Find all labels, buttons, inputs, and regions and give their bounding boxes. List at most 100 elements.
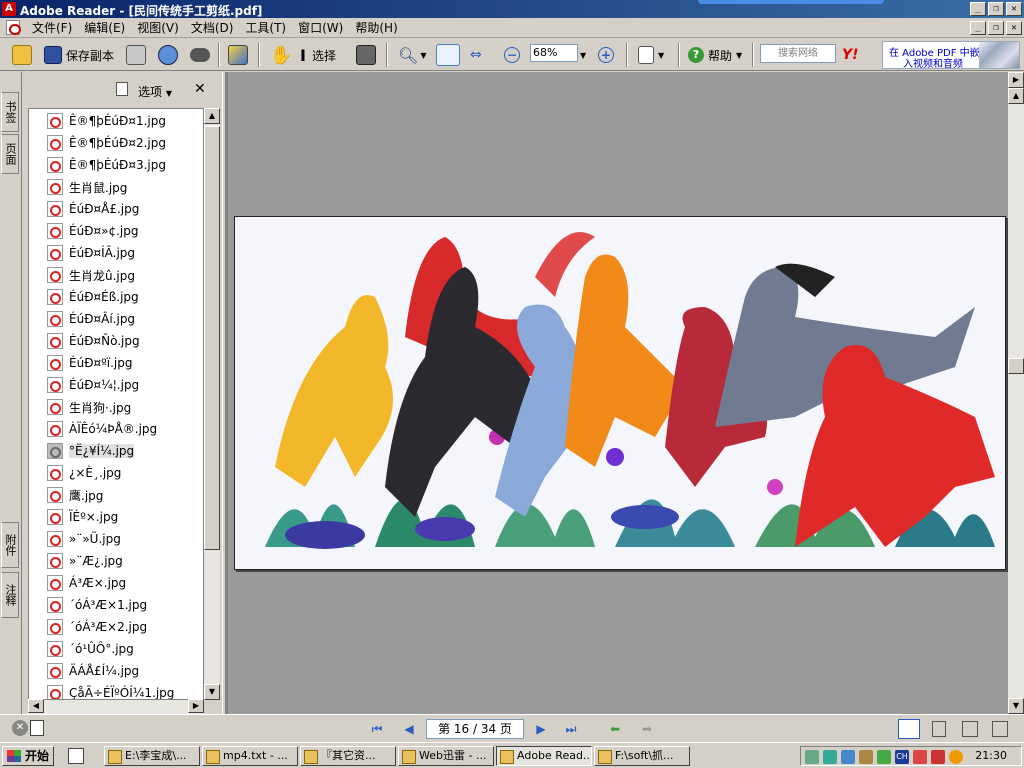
scroll-up-button[interactable]: ▲ (204, 108, 220, 124)
email-button[interactable] (158, 43, 178, 67)
quick-launch-icon[interactable] (68, 748, 84, 764)
list-item[interactable]: ÄÁÅ£Í¼.jpg (47, 661, 139, 681)
list-item[interactable]: »¨Æ¿.jpg (47, 551, 123, 571)
document-view[interactable]: ✋ (226, 72, 1008, 714)
start-button[interactable]: 开始 (2, 746, 54, 766)
taskbar-button[interactable]: mp4.txt - ... (202, 746, 298, 766)
taskbar-button[interactable]: Adobe Read... (496, 746, 592, 766)
list-item[interactable]: ÉúÐ¤ºï.jpg (47, 353, 133, 373)
list-item[interactable]: 鹰.jpg (47, 485, 103, 505)
go-back-button[interactable]: ⬅ (606, 721, 624, 737)
list-item[interactable]: ¿×È¸.jpg (47, 463, 121, 483)
find-button[interactable] (190, 43, 210, 67)
document-vertical-scrollbar[interactable]: ▶ ▲ ▼ (1008, 72, 1024, 714)
input-method-icon[interactable]: CH (895, 750, 909, 764)
list-item[interactable]: ´ó¹ÛÔ°.jpg (47, 639, 134, 659)
options-menu[interactable]: 选项 ▼ (138, 83, 172, 100)
menu-item[interactable]: 工具(T) (239, 20, 292, 36)
chevron-down-icon[interactable]: ▼ (420, 51, 426, 60)
doc-restore-button[interactable]: ❐ (988, 21, 1004, 35)
single-page-view-icon[interactable] (898, 719, 920, 739)
antivirus-icon[interactable] (913, 750, 927, 764)
search-web-input[interactable]: 搜索网络 (760, 44, 836, 63)
tab-attachments[interactable]: 附件 (1, 522, 19, 568)
page-up-button[interactable]: ▶ (1008, 72, 1024, 88)
list-item[interactable]: 生肖鼠.jpg (47, 177, 127, 197)
zoom-tool-button[interactable]: 🔍︎ ▼ (398, 43, 426, 67)
continuous-facing-view-icon[interactable] (992, 721, 1008, 737)
tab-comments[interactable]: 注释 (1, 572, 19, 618)
tab-bookmarks[interactable]: 书签 (1, 92, 19, 132)
zoom-out-button[interactable]: − (504, 43, 520, 67)
list-item[interactable]: Ê®¶þÉúÐ¤3.jpg (47, 155, 166, 175)
restore-button[interactable]: ❐ (988, 2, 1004, 16)
menu-item[interactable]: 视图(V) (131, 20, 185, 36)
list-item[interactable]: Á³Æ×.jpg (47, 573, 126, 593)
list-item[interactable]: Ê®¶þÉúÐ¤1.jpg (47, 111, 166, 131)
scroll-thumb[interactable] (204, 126, 220, 550)
list-item[interactable]: 生肖狗·.jpg (47, 397, 131, 417)
zoom-in-button[interactable]: + (598, 43, 614, 67)
list-item[interactable]: ÉúÐ¤ÍÃ.jpg (47, 243, 135, 263)
zoom-input[interactable]: 68% (530, 44, 578, 62)
menu-item[interactable]: 编辑(E) (78, 20, 131, 36)
fit-page-button[interactable] (436, 43, 460, 67)
list-item[interactable]: ÉúÐ¤»¢.jpg (47, 221, 138, 241)
list-item[interactable]: ÉúÐ¤Ñò.jpg (47, 331, 140, 351)
fit-width-button[interactable]: ⇔ (470, 43, 482, 67)
system-clock[interactable]: 21:30 (975, 749, 1007, 762)
previous-page-button[interactable]: ◀ (400, 721, 418, 737)
taskbar-button[interactable]: 『其它资... (300, 746, 396, 766)
doc-minimize-button[interactable]: _ (970, 21, 986, 35)
save-copy-button[interactable]: 保存副本 (44, 43, 114, 67)
scroll-left-button[interactable]: ◀ (28, 699, 44, 713)
list-item[interactable]: °Ë¿¥Í¼.jpg (47, 441, 135, 461)
last-page-button[interactable]: ⏭ (562, 721, 580, 737)
help-button[interactable]: ? 帮助 ▼ (688, 43, 742, 67)
taskbar-button[interactable]: Web迅雷 - ... (398, 746, 494, 766)
adobe-tray-icon[interactable] (931, 750, 945, 764)
doc-close-button[interactable]: ✕ (1006, 21, 1022, 35)
edit-tool-button[interactable] (228, 43, 248, 67)
document-status-icon[interactable] (30, 720, 44, 736)
list-item[interactable]: ÉúÐ¤Âí.jpg (47, 309, 135, 329)
list-item[interactable]: ÉúÐ¤¼¦.jpg (47, 375, 139, 395)
snapshot-button[interactable] (356, 43, 376, 67)
first-page-button[interactable]: ⏮ (368, 721, 386, 737)
yahoo-search-button[interactable]: Y! (842, 43, 859, 67)
tab-pages[interactable]: 页面 (1, 134, 19, 174)
list-item[interactable]: ÇåÃ÷ÉÏºÓÍ¼1.jpg (47, 683, 174, 699)
close-button[interactable]: ✕ (1006, 2, 1022, 16)
panel-horizontal-scrollbar[interactable]: ◀ ▶ (28, 699, 204, 714)
menu-item[interactable]: 文档(D) (185, 20, 240, 36)
messenger-icon[interactable] (859, 750, 873, 764)
list-item[interactable]: ´óÁ³Æ×2.jpg (47, 617, 147, 637)
scroll-up-button[interactable]: ▲ (1008, 88, 1024, 104)
network-icon[interactable] (823, 750, 837, 764)
close-icon[interactable]: ✕ (12, 720, 28, 736)
list-item[interactable]: ÏÉº×.jpg (47, 507, 118, 527)
adobe-reader-icon[interactable]: A (2, 2, 16, 16)
qq-icon[interactable] (949, 750, 963, 764)
list-item[interactable]: ÉúÐ¤Å£.jpg (47, 199, 139, 219)
zoom-dropdown-button[interactable]: ▼ (580, 43, 586, 67)
list-item[interactable]: ÉúÐ¤Éß.jpg (47, 287, 139, 307)
list-item[interactable]: ÀÏÊó¼ÞÅ®.jpg (47, 419, 157, 439)
list-item[interactable]: 生肖龙û.jpg (47, 265, 135, 285)
panel-vertical-scrollbar[interactable]: ▲ ▼ (204, 108, 220, 700)
continuous-view-icon[interactable] (932, 721, 946, 737)
print-button[interactable] (126, 43, 146, 67)
pdf-page[interactable] (234, 216, 1006, 570)
close-panel-icon[interactable]: ✕ (194, 81, 206, 97)
menu-item[interactable]: 帮助(H) (349, 20, 403, 36)
scroll-down-button[interactable]: ▼ (204, 684, 220, 700)
taskbar-button[interactable]: E:\李宝成\... (104, 746, 200, 766)
menu-item[interactable]: 文件(F) (26, 20, 78, 36)
speaker-icon[interactable] (805, 750, 819, 764)
list-item[interactable]: Ê®¶þÉúÐ¤2.jpg (47, 133, 166, 153)
go-forward-button[interactable]: ➡ (638, 721, 656, 737)
page-number-field[interactable]: 第 16 / 34 页 (426, 719, 524, 739)
facing-view-icon[interactable] (962, 721, 978, 737)
scroll-thumb[interactable] (1008, 358, 1024, 374)
select-tool-button[interactable]: I 选择 (300, 43, 336, 67)
